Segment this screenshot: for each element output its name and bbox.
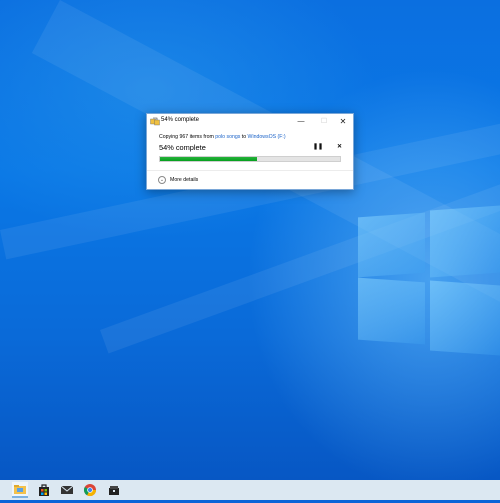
chrome-icon[interactable]	[82, 482, 98, 498]
close-button[interactable]: ✕	[337, 116, 349, 127]
logo-pane-top-left	[358, 212, 425, 278]
dialog-title: 54% complete	[161, 117, 200, 123]
shopping-bag-icon	[39, 484, 49, 496]
cancel-button[interactable]: ✕	[335, 143, 344, 151]
app-icon[interactable]	[106, 482, 122, 498]
source-folder-link[interactable]: polo songs	[215, 134, 240, 140]
divider	[147, 170, 353, 171]
copy-progress-dialog: 54% complete — ☐ ✕ Copying 967 items fro…	[146, 113, 354, 190]
folder-icon	[14, 485, 26, 494]
destination-link[interactable]: WindowsOS (F:)	[248, 134, 286, 140]
copy-files-icon	[150, 117, 160, 126]
logo-pane-bottom-right	[430, 280, 500, 356]
logo-pane-top-right	[430, 205, 500, 278]
desktop	[0, 0, 500, 480]
pause-button[interactable]: ❚❚	[313, 143, 323, 151]
progress-bar	[159, 156, 341, 162]
progress-bar-fill	[160, 157, 258, 161]
copy-prefix: Copying 967 items from	[159, 134, 216, 140]
envelope-icon	[60, 485, 74, 494]
copy-description: Copying 967 items from polo songs to Win…	[159, 134, 286, 140]
minimize-button[interactable]: —	[295, 116, 307, 127]
file-explorer-icon[interactable]	[12, 482, 28, 498]
title-bar[interactable]: 54% complete — ☐ ✕	[147, 114, 353, 129]
taskbar	[0, 480, 500, 500]
store-icon[interactable]	[36, 482, 52, 498]
progress-status: 54% complete	[159, 143, 206, 152]
copy-middle: to	[240, 134, 248, 140]
logo-pane-bottom-left	[358, 277, 425, 345]
mail-icon[interactable]	[59, 482, 75, 498]
more-details-label: More details	[170, 177, 199, 183]
briefcase-icon	[109, 486, 119, 495]
chrome-logo-icon	[83, 484, 96, 497]
chevron-down-icon: ⌄	[158, 176, 166, 184]
maximize-button[interactable]: ☐	[318, 116, 330, 127]
